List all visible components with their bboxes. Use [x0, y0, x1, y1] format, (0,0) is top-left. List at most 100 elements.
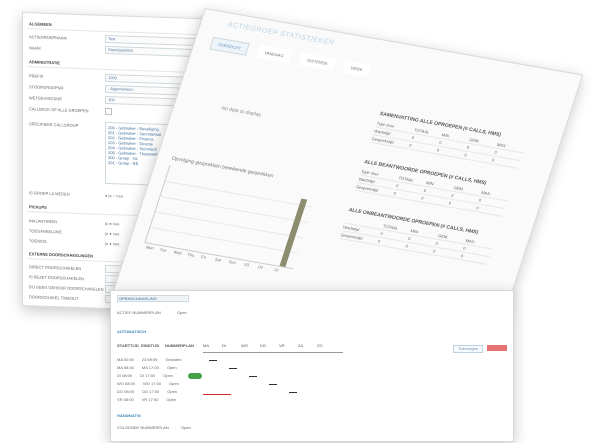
- cell: Open: [163, 373, 174, 378]
- table-row[interactable]: MA 00:00 23:59:59 Gesloten: [117, 357, 182, 362]
- x-tick: Sun: [228, 259, 237, 266]
- law-number-label: WETGEVINGSNR: [29, 95, 62, 102]
- group-members-label: IS GROEP LA MEDEN: [29, 190, 70, 197]
- day-header: MA DI WO DO VR ZA ZO: [203, 343, 336, 348]
- schedule-bar: [249, 376, 257, 377]
- col-plan: NUMMERPLAN: [165, 343, 194, 348]
- divider: [27, 66, 209, 74]
- storage-group-label: STOORGROEPNR: [29, 84, 64, 91]
- radio-label: TOEWIJS: [29, 238, 47, 244]
- timeline-axis: [203, 352, 343, 353]
- table-row[interactable]: DI 08:00 DI 17:00 Open: [117, 373, 173, 378]
- delete-button-bg[interactable]: [487, 345, 507, 351]
- schedule-bar: [209, 360, 217, 361]
- calls-chart: Mon Tue Wed Thu Fri Sat Sun 03 04 10: [144, 165, 319, 273]
- section-admin: ADMINISTRATIE: [29, 59, 61, 66]
- section-pickups: PICKUPS: [29, 204, 47, 210]
- active-plan-label: ACTIEF NUMMERPLAN: [117, 310, 161, 315]
- radio-group[interactable]: ja ● nee: [105, 221, 119, 227]
- ext-label: IS BEZET DOORSCHAKELEN: [29, 274, 85, 282]
- name-label: NAAM: [29, 45, 41, 51]
- tab-yesterday[interactable]: GISTEREN: [298, 52, 337, 72]
- cell: MA 17:00: [141, 365, 159, 370]
- cell: VR 17:00: [141, 397, 159, 402]
- day-label: DI: [222, 343, 226, 348]
- filter-label: OPENSCHAKELING: [119, 296, 157, 301]
- day-label: ZA: [298, 343, 304, 348]
- x-tick: 04: [257, 264, 264, 270]
- number-plan-panel: OPENSCHAKELING ACTIEF NUMMERPLAN Open AU…: [110, 290, 514, 442]
- cell: DO 17:00: [142, 389, 160, 394]
- current-time-marker: [203, 394, 231, 395]
- radio-group[interactable]: ja ● nee: [105, 241, 119, 247]
- day-label: WO: [241, 343, 248, 348]
- summary-unanswered-table: ALLE ONBEANTWOORDE OPROEPEN (# CALLS, HM…: [339, 207, 497, 265]
- gridline: [150, 226, 299, 254]
- callback-all-label: CALLBACK OP ALLE GROEPEN: [29, 106, 89, 114]
- ext-label: BIJ GEEN GEHOOR DOORSCHAKELEN: [29, 284, 104, 292]
- group-members-radio[interactable]: ● ja ○ nee: [105, 193, 123, 199]
- cell: DI 17:00: [140, 373, 156, 378]
- gridline: [155, 211, 304, 239]
- tab-week[interactable]: WEEK: [342, 60, 372, 78]
- group-name-label: ACTIEGROEPNAAM: [29, 34, 67, 41]
- table-row[interactable]: MA 08:00 MA 17:00 Open: [117, 365, 177, 370]
- tab-overview[interactable]: OVERZICHT: [209, 36, 250, 56]
- x-tick: Wed: [172, 249, 183, 256]
- cell: VR 08:00: [117, 397, 134, 402]
- add-button[interactable]: Toevoegen: [453, 345, 483, 353]
- no-data-message: No data to display.: [220, 105, 263, 119]
- cell: MA 08:00: [117, 365, 134, 370]
- day-label: VR: [279, 343, 285, 348]
- gridline: [165, 180, 314, 208]
- cell: Gesloten: [165, 357, 182, 362]
- radio-group[interactable]: ja ● nee: [105, 231, 119, 237]
- cell: Open: [166, 397, 177, 402]
- tab-today[interactable]: VANDAAG: [255, 45, 293, 64]
- manual-plan-label: VOLGENDE NUMMERPLAN: [117, 425, 169, 430]
- cell: WO 17:00: [143, 381, 162, 386]
- x-tick: 10: [273, 267, 280, 273]
- summary-answered-table: ALLE BEANTWOORDE OPROEPEN (# CALLS, HMS)…: [354, 159, 513, 217]
- specific-callgroup-label: SPECIFIEKE CALLGROUP: [29, 121, 79, 128]
- radio-label: TOEGANKELIJKE: [29, 228, 62, 235]
- cell: Open: [169, 381, 179, 386]
- cell: Open: [166, 365, 177, 370]
- day-label: ZO: [317, 343, 323, 348]
- x-tick: Thu: [186, 251, 196, 258]
- cell: DO 08:00: [117, 389, 135, 394]
- schedule-bar: [289, 392, 297, 393]
- cell: 23:59:59: [141, 357, 158, 362]
- section-automatic: AUTOMATISCH: [117, 329, 147, 334]
- active-plan-value[interactable]: Open: [177, 310, 187, 315]
- section-general: ALGEMEEN: [29, 21, 52, 28]
- schedule-bar: [229, 368, 237, 369]
- day-label: DO: [260, 343, 266, 348]
- table-row[interactable]: WO 08:00 WO 17:00 Open: [117, 381, 179, 386]
- cell: DI 08:00: [117, 373, 133, 378]
- summary-all-table: SAMENVATTING ALLE OPROEPEN (# CALLS, HMS…: [370, 111, 528, 169]
- gridline: [160, 196, 309, 224]
- manual-plan-value[interactable]: Open: [181, 425, 191, 430]
- x-tick: Tue: [159, 246, 168, 253]
- status-toggle[interactable]: [188, 373, 202, 379]
- x-tick: 03: [243, 261, 250, 268]
- col-start: STARTTIJD: [117, 343, 139, 348]
- schedule-bar: [269, 384, 277, 385]
- tab-bar: OVERZICHT VANDAAG GISTEREN WEEK: [209, 36, 372, 78]
- col-end: EINDTIJD: [141, 343, 160, 348]
- section-external: EXTERNE DOORSCHAKELINGEN: [29, 251, 94, 259]
- chart-bar: [279, 198, 308, 267]
- radio-label: INKLANTEREN: [29, 218, 58, 225]
- x-tick: Fri: [200, 254, 207, 260]
- prefix-label: PREFIX: [29, 73, 44, 79]
- cell: Open: [167, 389, 178, 394]
- callback-all-checkbox[interactable]: [105, 107, 112, 116]
- section-manual: HANDMATIG: [117, 413, 142, 418]
- x-tick: Sat: [214, 256, 222, 263]
- day-label: MA: [203, 343, 209, 348]
- table-row[interactable]: DO 08:00 DO 17:00 Open: [117, 389, 177, 394]
- cell: MA 00:00: [117, 357, 134, 362]
- table-row[interactable]: VR 08:00 VR 17:00 Open: [117, 397, 176, 402]
- x-tick: Mon: [145, 244, 155, 251]
